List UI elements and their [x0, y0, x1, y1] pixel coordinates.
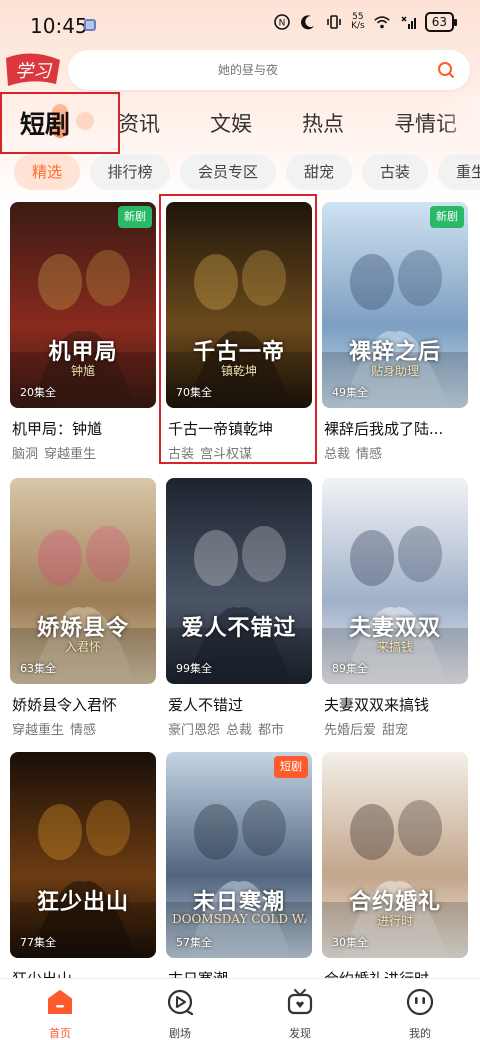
- poster-art: [166, 478, 312, 684]
- drama-poster[interactable]: 机甲局 钟馗 20集全 新剧: [10, 202, 156, 408]
- signal-icon: [399, 13, 417, 31]
- search-icon[interactable]: [436, 60, 456, 80]
- poster-subtitle-art: 来搞钱: [376, 640, 413, 654]
- drama-tag: 情感: [356, 447, 383, 462]
- episode-count: 20集全: [20, 386, 56, 399]
- highlight-box-tab: [0, 92, 120, 154]
- new-badge: 短剧: [274, 756, 308, 778]
- drama-card[interactable]: 爱人不错过 99集全 爱人不错过豪门恩怨 总裁 都市: [166, 478, 312, 748]
- nav-profile-label: 我的: [409, 1027, 431, 1040]
- drama-tags: 先婚后爱 甜宠: [324, 719, 414, 738]
- drama-title[interactable]: 夫妻双双来搞钱: [324, 694, 474, 715]
- drama-tags: 脑洞 穿越重生: [12, 443, 102, 462]
- tab-hot[interactable]: 热点: [302, 108, 344, 138]
- drama-title[interactable]: 娇娇县令入君怀: [12, 694, 162, 715]
- nav-theater-label: 剧场: [169, 1027, 191, 1040]
- tabs-fade: [440, 96, 480, 152]
- theater-icon: [167, 989, 194, 1016]
- drama-tag: 先婚后爱: [324, 723, 377, 738]
- search-input[interactable]: [68, 50, 428, 90]
- drama-tag: 总裁: [226, 723, 253, 738]
- drama-poster[interactable]: 娇娇县令 入君怀 63集全: [10, 478, 156, 684]
- chip-ranking[interactable]: 排行榜: [90, 154, 170, 190]
- nav-profile[interactable]: 我的: [380, 987, 460, 1040]
- highlight-box-card: [159, 194, 317, 464]
- nav-discover-label: 发现: [289, 1027, 311, 1040]
- episode-count: 30集全: [332, 936, 368, 949]
- svg-text:N: N: [279, 19, 286, 29]
- nav-home[interactable]: 首页: [20, 987, 100, 1040]
- vibrate-icon: [325, 13, 343, 31]
- episode-count: 89集全: [332, 662, 368, 675]
- drama-tags: 穿越重生 情感: [12, 719, 102, 738]
- new-badge: 新剧: [430, 206, 464, 228]
- nav-home-label: 首页: [49, 1027, 71, 1040]
- chip-featured[interactable]: 精选: [14, 154, 80, 190]
- drama-poster[interactable]: 狂少出山 77集全: [10, 752, 156, 958]
- nfc-icon: N: [273, 13, 291, 31]
- poster-subtitle-art: 贴身助理: [370, 364, 419, 378]
- drama-tag: 脑洞: [12, 447, 39, 462]
- bottom-nav: 首页 剧场 发现 我的: [0, 978, 480, 1040]
- notification-icon: [84, 19, 96, 31]
- drama-title[interactable]: 裸辞后我成了陆...: [324, 418, 474, 439]
- moon-icon: [299, 13, 317, 31]
- logo-text: 学习: [15, 61, 53, 82]
- status-bar: 10:45 N 55 K/s 63: [0, 0, 480, 48]
- drama-tags: 豪门恩怨 总裁 都市: [168, 719, 290, 738]
- drama-poster[interactable]: 爱人不错过 99集全: [166, 478, 312, 684]
- episode-count: 77集全: [20, 936, 56, 949]
- drama-poster[interactable]: 合约婚礼 进行时 30集全: [322, 752, 468, 958]
- new-badge: 新剧: [118, 206, 152, 228]
- poster-title-art: 爱人不错过: [181, 615, 297, 641]
- poster-subtitle-art: 钟馗: [70, 364, 95, 378]
- drama-tag: 情感: [70, 723, 97, 738]
- chip-rebirth[interactable]: 重生: [438, 154, 480, 190]
- episode-count: 99集全: [176, 662, 212, 675]
- episode-count: 63集全: [20, 662, 56, 675]
- drama-tags: 总裁 情感: [324, 443, 388, 462]
- app-logo[interactable]: 学习: [2, 50, 64, 90]
- drama-title[interactable]: 机甲局：钟馗: [12, 418, 162, 439]
- drama-poster[interactable]: 末日寒潮DOOMSDAY COLD WAVE57集全短剧: [166, 752, 312, 958]
- home-icon: [48, 990, 72, 1014]
- drama-card[interactable]: 裸辞之后 贴身助理 49集全 新剧 裸辞后我成了陆... 总裁 情感: [322, 202, 468, 472]
- poster-subtitle-art: DOOMSDAY COLD WAVE: [172, 912, 306, 926]
- chip-costume[interactable]: 古装: [362, 154, 428, 190]
- nav-theater[interactable]: 剧场: [140, 987, 220, 1040]
- network-speed-unit: K/s: [351, 21, 365, 31]
- category-chips: 精选 排行榜 会员专区 甜宠 古装 重生: [0, 154, 480, 192]
- poster-art: [166, 752, 312, 958]
- drama-tag: 豪门恩怨: [168, 723, 221, 738]
- chip-vip[interactable]: 会员专区: [180, 154, 276, 190]
- search-bar[interactable]: [68, 50, 470, 90]
- drama-poster[interactable]: 裸辞之后 贴身助理 49集全 新剧: [322, 202, 468, 408]
- drama-tag: 穿越重生: [12, 723, 65, 738]
- nav-discover[interactable]: 发现: [260, 987, 340, 1040]
- status-time: 10:45: [30, 14, 88, 38]
- drama-tag: 甜宠: [382, 723, 409, 738]
- drama-tag: 总裁: [324, 447, 351, 462]
- tab-entertainment[interactable]: 文娱: [210, 108, 252, 138]
- drama-card[interactable]: 夫妻双双 来搞钱 89集全 夫妻双双来搞钱 先婚后爱 甜宠: [322, 478, 468, 748]
- chip-sweet[interactable]: 甜宠: [286, 154, 352, 190]
- drama-poster[interactable]: 夫妻双双 来搞钱 89集全: [322, 478, 468, 684]
- poster-subtitle-art: 入君怀: [64, 640, 101, 654]
- drama-card[interactable]: 机甲局 钟馗 20集全 新剧 机甲局：钟馗 脑洞 穿越重生: [10, 202, 156, 472]
- battery-indicator: 63: [424, 12, 458, 32]
- drama-card[interactable]: 娇娇县令 入君怀 63集全 娇娇县令入君怀 穿越重生 情感: [10, 478, 156, 748]
- poster-art: [10, 752, 156, 958]
- episode-count: 57集全: [176, 936, 212, 949]
- drama-title[interactable]: 爱人不错过: [168, 694, 318, 715]
- network-speed: 55 K/s: [351, 13, 365, 31]
- poster-subtitle-art: 进行时: [376, 914, 413, 928]
- drama-tag: 穿越重生: [44, 447, 97, 462]
- drama-tag: 都市: [258, 723, 285, 738]
- profile-icon: [406, 988, 434, 1016]
- episode-count: 49集全: [332, 386, 368, 399]
- poster-title-art: 狂少出山: [36, 889, 129, 915]
- wifi-icon: [373, 13, 391, 31]
- discover-icon: [287, 989, 313, 1015]
- tab-news[interactable]: 资讯: [118, 108, 160, 138]
